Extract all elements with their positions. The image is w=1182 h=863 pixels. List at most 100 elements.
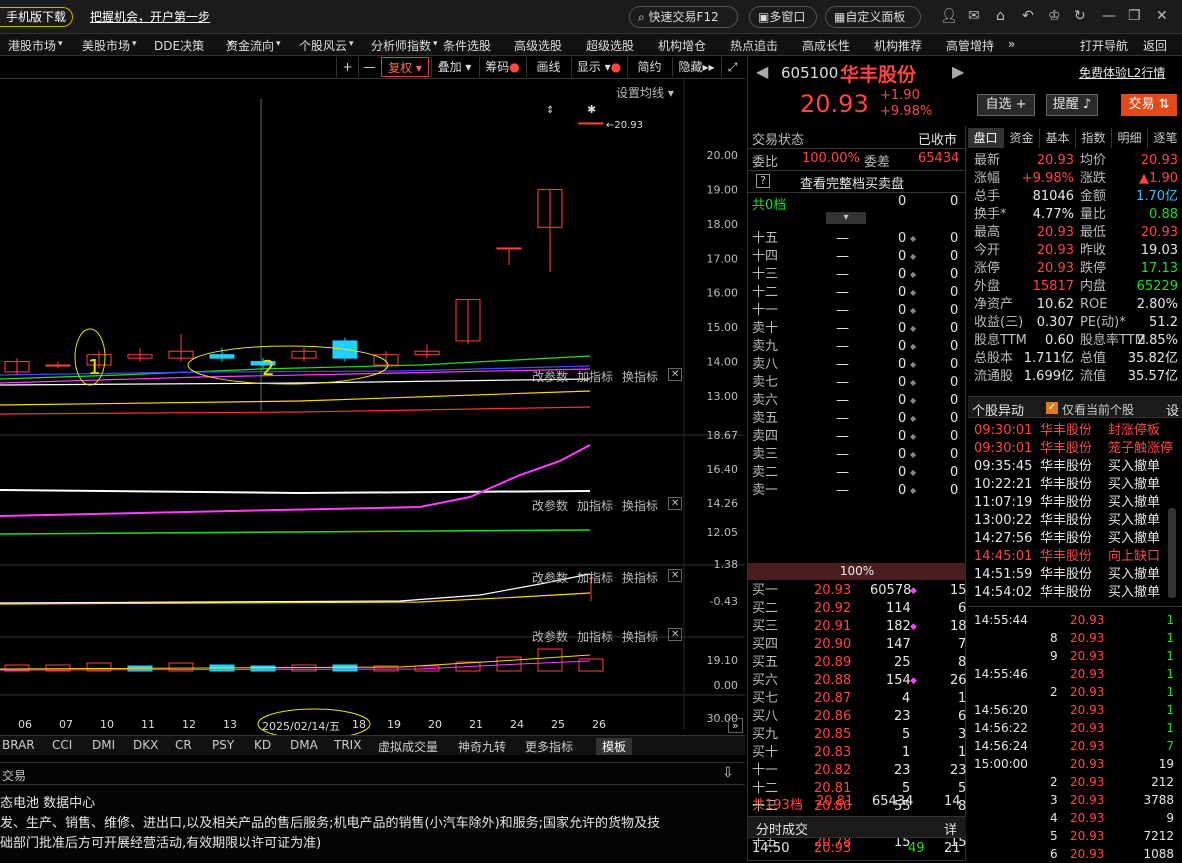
menu-item[interactable]: » [1008, 37, 1015, 51]
checkbox-icon[interactable]: ✓ [1046, 402, 1058, 414]
mail-icon[interactable]: ✉ [968, 8, 980, 24]
menu-item[interactable]: 资金流向 [226, 37, 274, 54]
close-indicator-icon[interactable]: ✕ [668, 368, 683, 381]
quote-tab[interactable]: 资金 [1004, 128, 1040, 148]
indicator-tab[interactable]: CCI [52, 738, 72, 752]
close-icon[interactable]: ✕ [1156, 8, 1168, 24]
alert-button[interactable]: 提醒 ♪ [1046, 94, 1098, 116]
event-row[interactable]: 11:07:19 华丰股份 买入撤单 [970, 494, 1180, 512]
menu-item[interactable]: 超级选股 [586, 37, 634, 54]
add-indicator-button[interactable]: 加指标 [577, 569, 613, 586]
menu-item[interactable]: 高管增持 [946, 37, 994, 54]
event-row[interactable]: 09:35:45 华丰股份 买入撤单 [970, 458, 1180, 476]
menu-item[interactable]: 热点追击 [730, 37, 778, 54]
event-row[interactable]: 14:54:02 华丰股份 买入撤单 [970, 584, 1180, 602]
back-icon[interactable]: ↶ [1022, 8, 1034, 24]
menu-item[interactable]: 分析师指数 [371, 37, 431, 54]
event-row[interactable]: 14:45:01 华丰股份 向上缺口 [970, 548, 1180, 566]
event-marker[interactable]: ⇕ [546, 105, 554, 116]
scroll-right-button[interactable]: » [728, 718, 743, 733]
close-indicator-icon[interactable]: ✕ [668, 628, 683, 641]
switch-indicator-button[interactable]: 换指标 [622, 569, 658, 586]
indicator-tab[interactable]: 模板 [596, 738, 633, 755]
indicator-tab[interactable]: PSY [212, 738, 234, 752]
add-indicator-button[interactable]: 加指标 [577, 497, 613, 514]
menu-item[interactable]: 高级选股 [514, 37, 562, 54]
refresh-icon[interactable]: ↻ [1074, 8, 1086, 24]
menu-item[interactable]: 机构增仓 [658, 37, 706, 54]
fullscreen-icon[interactable]: ⤢ [721, 57, 743, 77]
overlay-button[interactable]: 叠加 ▾ [431, 57, 477, 77]
multi-window-button[interactable]: ▣多窗口 [749, 6, 817, 28]
next-stock-icon[interactable]: ▶ [952, 62, 964, 81]
time-trades-header[interactable]: 分时成交 详 [748, 816, 966, 838]
download-icon[interactable]: ⇩ [722, 765, 734, 781]
menu-item[interactable]: 港股市场 [8, 37, 56, 54]
user-icon[interactable]: 👤︎ [940, 8, 958, 24]
simple-button[interactable]: 简约 [627, 57, 671, 77]
volume-bar[interactable] [250, 665, 276, 672]
change-params-button[interactable]: 改参数 [532, 628, 568, 645]
watchlist-button[interactable]: 自选 + [977, 94, 1035, 116]
switch-indicator-button[interactable]: 换指标 [622, 368, 658, 385]
indicator-tab[interactable]: TRIX [334, 738, 361, 752]
candle-body[interactable] [496, 247, 522, 250]
menu-item[interactable]: 机构推荐 [874, 37, 922, 54]
fuquan-button[interactable]: 复权 ▾ [381, 57, 429, 77]
change-params-button[interactable]: 改参数 [532, 569, 568, 586]
change-params-button[interactable]: 改参数 [532, 368, 568, 385]
hide-button[interactable]: 隐藏▸▸ [672, 57, 720, 77]
collapse-icon[interactable]: ▾ [826, 212, 866, 224]
menu-item[interactable]: 高成长性 [802, 37, 850, 54]
minimize-icon[interactable]: — [1102, 8, 1116, 24]
event-row[interactable]: 13:00:22 华丰股份 买入撤单 [970, 512, 1180, 530]
event-row[interactable]: 09:30:01 华丰股份 笼子触涨停 [970, 440, 1180, 458]
full-book-link[interactable]: 查看完整档买卖盘 [800, 173, 904, 192]
menu-item[interactable]: 返回 [1143, 37, 1167, 54]
zoom-in-button[interactable]: + [336, 57, 358, 77]
indicator-tab[interactable]: CR [175, 738, 192, 752]
l2-trial-link[interactable]: 免费体验L2行情 [1079, 64, 1165, 81]
event-row[interactable]: 14:51:59 华丰股份 买入撤单 [970, 566, 1180, 584]
menu-item[interactable]: DDE决策 [154, 37, 204, 54]
draw-line-button[interactable]: 画线 [526, 57, 570, 77]
indicator-tab[interactable]: DMA [290, 738, 318, 752]
quote-tab[interactable]: 指数 [1076, 128, 1112, 148]
indicator-tab[interactable]: DMI [92, 738, 115, 752]
indicator-tab[interactable]: KD [254, 738, 271, 752]
trade-button[interactable]: 交易 ⇅ [1121, 94, 1177, 116]
time-trades-detail-button[interactable]: 详 [944, 819, 957, 838]
help-icon[interactable]: ? [756, 174, 770, 188]
custom-panel-button[interactable]: ▦自定义面板 [825, 6, 921, 28]
maximize-icon[interactable]: ❐ [1128, 8, 1141, 24]
zoom-out-button[interactable]: — [358, 57, 380, 77]
indicator-tab[interactable]: 神奇九转 [458, 738, 506, 755]
add-indicator-button[interactable]: 加指标 [577, 368, 613, 385]
switch-indicator-button[interactable]: 换指标 [622, 497, 658, 514]
menu-item[interactable]: 打开导航 [1080, 37, 1128, 54]
menu-item[interactable]: 个股风云 [299, 37, 347, 54]
volume-bar[interactable] [537, 648, 563, 672]
quote-tab[interactable]: 基本 [1040, 128, 1076, 148]
candle-body[interactable] [209, 354, 235, 359]
shirt-icon[interactable]: ♔ [1048, 8, 1061, 24]
quick-trade-button[interactable]: ⌕ 快速交易F12 [629, 6, 738, 28]
change-params-button[interactable]: 改参数 [532, 497, 568, 514]
promo-link[interactable]: 把握机会，开户第一步 [90, 8, 210, 25]
close-indicator-icon[interactable]: ✕ [668, 497, 683, 510]
display-button[interactable]: 显示 ▾● [571, 57, 626, 77]
event-row[interactable]: 14:27:56 华丰股份 买入撤单 [970, 530, 1180, 548]
indicator-tab[interactable]: BRAR [2, 738, 35, 752]
event-row[interactable]: 10:22:21 华丰股份 买入撤单 [970, 476, 1180, 494]
menu-item[interactable]: 条件选股 [443, 37, 491, 54]
volume-bar[interactable] [578, 658, 604, 672]
quote-tab[interactable]: 明细 [1112, 128, 1148, 148]
indicator-tab[interactable]: DKX [133, 738, 158, 752]
home-icon[interactable]: ⌂ [996, 8, 1005, 24]
event-marker[interactable]: ✱ [587, 103, 596, 116]
events-settings-button[interactable]: 设 [1166, 400, 1179, 419]
event-row[interactable]: 09:30:01 华丰股份 封涨停板 [970, 422, 1180, 440]
close-indicator-icon[interactable]: ✕ [668, 569, 683, 582]
indicator-tab[interactable]: 虚拟成交量 [378, 738, 438, 755]
indicator-tab[interactable]: 更多指标 [525, 738, 573, 755]
